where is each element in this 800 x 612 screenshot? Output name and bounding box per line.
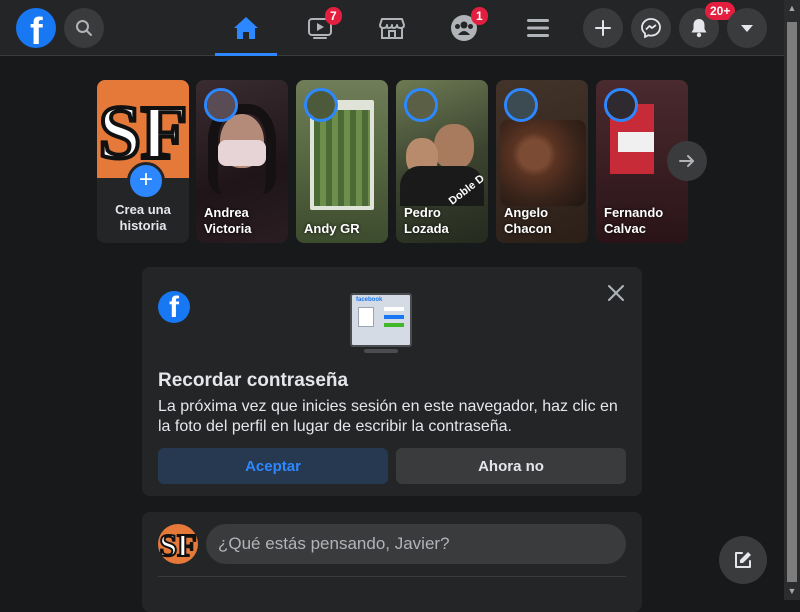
page-scrollbar[interactable]: ▲ ▼ [784,0,800,600]
tab-menu[interactable] [507,0,569,56]
arrow-right-icon [679,155,694,167]
scroll-down-icon[interactable]: ▼ [784,583,800,600]
tab-watch[interactable]: 7 [289,0,351,56]
story-card[interactable]: Andrea Victoria [196,80,288,243]
groups-badge: 1 [471,7,488,25]
create-story-label-line2: historia [119,218,167,233]
story-avatar [204,88,238,122]
plus-icon [595,20,611,36]
facebook-logo[interactable]: f [16,8,56,48]
story-avatar [304,88,338,122]
card-title: Recordar contraseña [158,370,349,391]
story-card[interactable]: Doble D Pedro Lozada [396,80,488,243]
story-avatar [604,88,638,122]
compose-icon [735,552,751,568]
facebook-logo-icon: f [158,291,190,323]
top-navigation-bar: f 7 1 20+ [0,0,784,56]
hamburger-icon [527,19,549,37]
divider [158,576,626,577]
close-button[interactable] [604,281,628,305]
story-card[interactable]: Angelo Chacon [496,80,588,243]
create-story-label: Crea una historia [97,202,189,234]
story-avatar [504,88,538,122]
add-story-icon: + [127,162,165,200]
messenger-button[interactable] [631,8,671,48]
tab-groups[interactable]: 1 [433,0,495,56]
search-icon [76,20,92,36]
caret-down-icon [741,25,753,32]
story-photo [500,120,586,206]
accept-button[interactable]: Aceptar [158,448,388,484]
not-now-button[interactable]: Ahora no [396,448,626,484]
create-story-label-line1: Crea una [115,202,171,217]
story-author: Andrea Victoria [204,205,252,236]
scroll-up-icon[interactable]: ▲ [784,0,800,17]
post-composer: SF ¿Qué estás pensando, Javier? [142,512,642,612]
watch-badge: 7 [325,7,342,25]
messenger-icon [641,18,661,38]
story-author: Andy GR [304,221,360,236]
card-description: La próxima vez que inicies sesión en est… [158,398,618,435]
story-photo [434,124,474,170]
facebook-logo-letter: f [30,11,43,48]
story-photo-card [618,132,654,152]
profile-illustration: facebook [350,293,414,355]
story-author: Fernando Calvac [604,205,664,236]
bell-icon [691,19,707,38]
story-avatar [404,88,438,122]
sf-avatar-icon: SF [158,526,197,564]
new-message-button[interactable] [719,536,767,584]
account-menu-button[interactable] [727,8,767,48]
status-input[interactable]: ¿Qué estás pensando, Javier? [206,524,626,564]
story-author: Pedro Lozada [404,205,449,236]
notifications-button[interactable]: 20+ [679,2,736,48]
story-card[interactable]: Andy GR [296,80,388,243]
create-button[interactable] [583,8,623,48]
scrollbar-thumb[interactable] [787,22,797,582]
tab-home[interactable] [215,0,277,56]
close-icon [608,285,624,301]
remember-password-card: f facebook Recordar contraseña La próxim… [142,267,642,496]
story-photo-plants [314,110,370,206]
home-icon [234,17,258,39]
illustration-brand: facebook [356,297,383,303]
create-story-card[interactable]: SF + Crea una historia [97,80,189,243]
svg-text:SF: SF [159,527,196,563]
avatar[interactable]: SF [158,524,198,564]
search-button[interactable] [64,8,104,48]
story-author: Angelo Chacon [504,205,552,236]
tab-marketplace[interactable] [361,0,423,56]
marketplace-icon [379,18,405,39]
stories-next-button[interactable] [667,141,707,181]
